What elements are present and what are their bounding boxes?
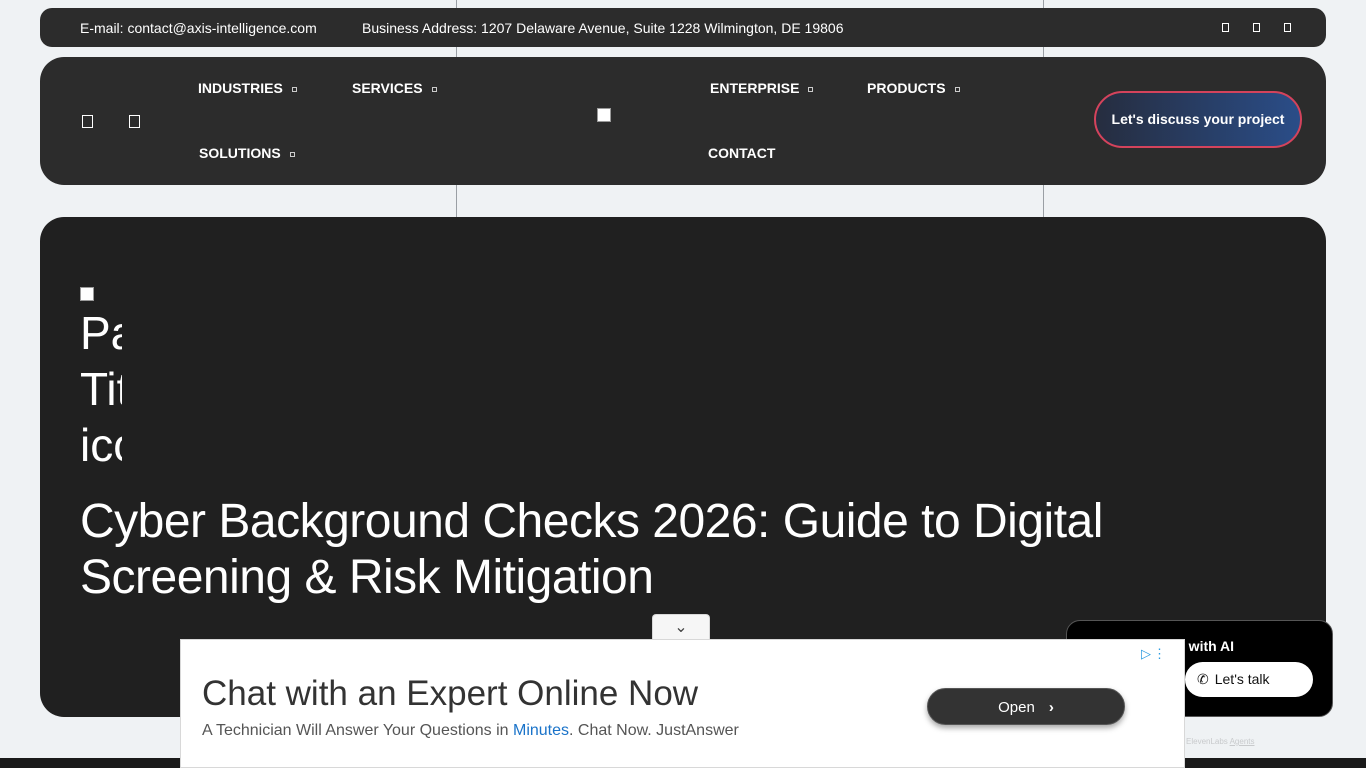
credit-prefix: ElevenLabs <box>1186 737 1228 746</box>
page-title: Cyber Background Checks 2026: Guide to D… <box>80 495 1103 604</box>
anchor-ad: ▷⋮ Chat with an Expert Online Now A Tech… <box>180 639 1185 768</box>
nav-item-label: ENTERPRISE <box>710 80 800 96</box>
nav-item-label: SERVICES <box>352 80 423 96</box>
page-title-image: Page Title icon <box>80 287 122 467</box>
nav-item-contact[interactable]: CONTACT <box>708 145 775 161</box>
ad-desc-highlight[interactable]: Minutes <box>513 722 569 739</box>
lets-talk-label: Let's talk <box>1214 671 1270 687</box>
search-icon[interactable] <box>129 115 140 128</box>
nav-item-services[interactable]: SERVICES <box>352 80 437 96</box>
chevron-down-icon <box>954 86 960 92</box>
credit-link[interactable]: Agents <box>1230 737 1255 746</box>
ad-headline[interactable]: Chat with an Expert Online Now <box>202 674 698 714</box>
site-logo[interactable] <box>597 108 611 122</box>
top-info-bar: E-mail: contact@axis-intelligence.com Bu… <box>40 8 1326 47</box>
nav-item-label: PRODUCTS <box>867 80 946 96</box>
nav-item-industries[interactable]: INDUSTRIES <box>198 80 297 96</box>
nav-item-label: INDUSTRIES <box>198 80 283 96</box>
main-navbar: INDUSTRIES SERVICES SOLUTIONS ENTERPRISE… <box>40 57 1326 185</box>
chat-widget-credit: ElevenLabs Agents <box>1186 737 1255 746</box>
broken-image-icon <box>80 287 94 301</box>
nav-item-products[interactable]: PRODUCTS <box>867 80 960 96</box>
nav-item-enterprise[interactable]: ENTERPRISE <box>710 80 814 96</box>
nav-item-solutions[interactable]: SOLUTIONS <box>199 145 295 161</box>
chevron-down-icon <box>289 151 295 157</box>
lets-talk-button[interactable]: ✆ Let's talk <box>1185 662 1313 697</box>
ad-desc-text: A Technician Will Answer Your Questions … <box>202 722 513 739</box>
ad-choices-icon[interactable]: ▷⋮ <box>1141 646 1168 662</box>
contact-email[interactable]: E-mail: contact@axis-intelligence.com <box>80 20 317 36</box>
menu-icon[interactable] <box>82 115 93 128</box>
ad-description: A Technician Will Answer Your Questions … <box>202 722 739 740</box>
social-icon-1[interactable] <box>1222 23 1229 32</box>
chevron-right-icon: › <box>1048 699 1054 716</box>
social-icon-3[interactable] <box>1284 23 1291 32</box>
social-icon-2[interactable] <box>1253 23 1260 32</box>
ad-open-label: Open <box>998 699 1035 716</box>
discuss-project-button[interactable]: Let's discuss your project <box>1094 91 1302 148</box>
nav-item-label: CONTACT <box>708 145 776 161</box>
ad-desc-tail: . Chat Now. JustAnswer <box>569 722 739 739</box>
chevron-down-icon <box>291 86 297 92</box>
chevron-down-icon: ⌄ <box>674 619 688 636</box>
business-address: Business Address: 1207 Delaware Avenue, … <box>362 20 844 36</box>
chevron-down-icon <box>431 86 437 92</box>
phone-icon: ✆ <box>1197 671 1209 687</box>
chat-widget-title: k with AI <box>1177 638 1235 654</box>
nav-item-label: SOLUTIONS <box>199 145 281 161</box>
image-alt-text: Page Title icon <box>80 307 122 467</box>
ad-open-button[interactable]: Open › <box>927 688 1125 725</box>
chevron-down-icon <box>808 86 814 92</box>
ad-collapse-toggle[interactable]: ⌄ <box>652 614 710 639</box>
